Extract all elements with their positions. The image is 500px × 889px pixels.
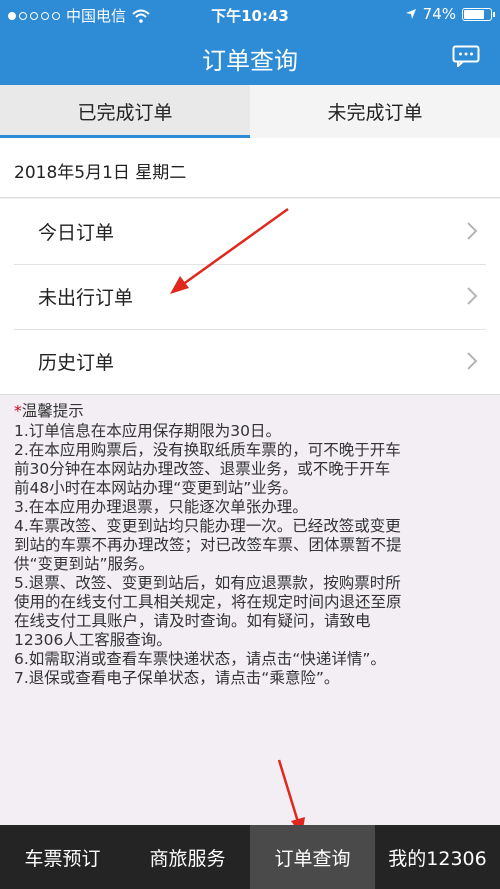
list-item-label: 未出行订单 — [38, 287, 134, 309]
battery-icon — [462, 7, 495, 21]
tips-line: 前30分钟在本网站办理改签、退票业务，或不晚于开车 — [14, 460, 391, 478]
tips-line: 供“变更到站”服务。 — [14, 555, 155, 573]
bottom-tab-my-12306[interactable]: 我的12306 — [375, 825, 500, 889]
list-item-label: 今日订单 — [38, 222, 115, 244]
tips-line: 1.订单信息在本应用保存期限为30日。 — [14, 422, 282, 440]
chat-bubble-icon[interactable] — [452, 45, 480, 67]
tips-line: 在线支付工具账户，请及时查询。如有疑问，请致电 — [14, 612, 371, 630]
tips-line: 7.退保或查看电子保单状态，请点击“乘意险”。 — [14, 669, 340, 687]
tips-line: 12306人工客服查询。 — [14, 631, 172, 649]
tab-uncompleted-orders[interactable]: 未完成订单 — [250, 85, 500, 138]
tips-line: 4.车票改签、变更到站均只能办理一次。已经改签或变更 — [14, 517, 401, 535]
chevron-right-icon — [467, 222, 478, 240]
chevron-right-icon — [467, 287, 478, 305]
tips-line: 到站的车票不再办理改签；对已改签车票、团体票暂不提 — [14, 536, 402, 554]
tips-line: 3.在本应用办理退票，只能逐次单张办理。 — [14, 498, 308, 516]
list-item-history-orders[interactable]: 历史订单 — [0, 329, 500, 394]
bottom-tab-order-query[interactable]: 订单查询 — [250, 825, 375, 889]
tips-line: 6.如需取消或查看车票快递状态，请点击“快递详情”。 — [14, 650, 386, 668]
page-title: 订单查询 — [202, 47, 298, 75]
tips-title: *温馨提示 — [14, 402, 498, 421]
order-list: 今日订单 未出行订单 历史订单 — [0, 198, 500, 395]
list-item-today-orders[interactable]: 今日订单 — [0, 199, 500, 264]
battery-percent: 74% — [422, 5, 456, 23]
tips-line: 使用的在线支付工具相关规定，将在规定时间内退还至原 — [14, 593, 402, 611]
date-row: 2018年5月1日 星期二 — [0, 138, 500, 198]
list-item-pending-trip-orders[interactable]: 未出行订单 — [0, 264, 500, 329]
tips-title-text: 温馨提示 — [21, 402, 84, 420]
tips-line: 前48小时在本网站办理“变更到站”业务。 — [14, 479, 298, 497]
status-right: 74% — [405, 5, 495, 23]
status-bar: 中国电信 下午10:43 74% — [0, 0, 500, 28]
tab-completed-orders[interactable]: 已完成订单 — [0, 85, 250, 138]
bottom-tab-business-travel[interactable]: 商旅服务 — [125, 825, 250, 889]
tips-section: *温馨提示 1.订单信息在本应用保存期限为30日。 2.在本应用购票后，没有换取… — [14, 402, 498, 688]
tips-line: 2.在本应用购票后，没有换取纸质车票的，可不晚于开车 — [14, 441, 401, 459]
location-arrow-icon — [405, 9, 416, 19]
tips-star: * — [14, 402, 22, 420]
order-tabs: 已完成订单 未完成订单 — [0, 85, 500, 138]
nav-bar: 订单查询 — [0, 28, 500, 85]
bottom-tab-ticket-booking[interactable]: 车票预订 — [0, 825, 125, 889]
list-item-label: 历史订单 — [38, 352, 115, 374]
current-date: 2018年5月1日 星期二 — [14, 163, 187, 183]
tips-line: 5.退票、改签、变更到站后，如有应退票款，按购票时所 — [14, 574, 401, 592]
bottom-tab-bar: 车票预订 商旅服务 订单查询 我的12306 — [0, 825, 500, 889]
chevron-right-icon — [467, 352, 478, 370]
